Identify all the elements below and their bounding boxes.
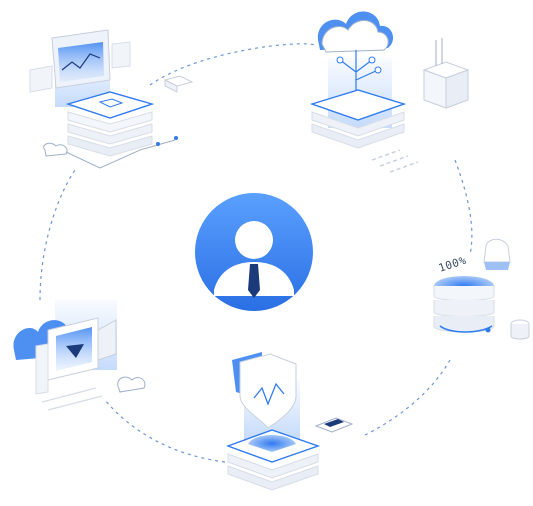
video-camera-cloud-icon xyxy=(13,300,146,411)
shield-security-icon xyxy=(225,352,354,491)
hub-diagram: 100% xyxy=(13,11,530,491)
user-avatar-icon xyxy=(195,193,313,311)
diagram-canvas: 100% xyxy=(0,0,533,506)
percent-label: 100% xyxy=(437,254,468,275)
cloud-network-icon xyxy=(309,11,470,173)
database-pie-chart-icon: 100% xyxy=(433,238,530,340)
laptop-server-icon xyxy=(29,29,194,169)
